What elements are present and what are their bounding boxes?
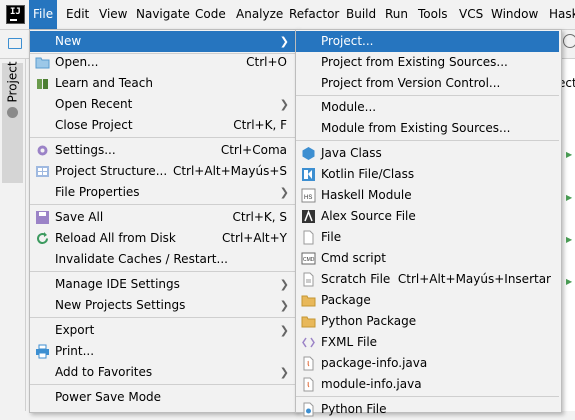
menu-item-settings[interactable]: Settings... Ctrl+Coma	[30, 140, 295, 161]
file-icon	[301, 230, 316, 245]
menu-window[interactable]: Window	[487, 0, 542, 29]
cmd-icon: CMD	[301, 251, 316, 266]
menu-vcs[interactable]: VCS	[455, 0, 487, 29]
gear-icon	[35, 143, 50, 158]
menu-item-manage-ide-settings[interactable]: Manage IDE Settings ❯	[30, 274, 295, 295]
menu-build[interactable]: Build	[342, 0, 380, 29]
chevron-right-icon: ❯	[279, 35, 289, 48]
menu-item-close-project[interactable]: Close Project Ctrl+K, F	[30, 115, 295, 136]
menu-file[interactable]: File	[29, 0, 58, 29]
package-icon	[301, 293, 316, 308]
refresh-icon	[35, 231, 50, 246]
submenu-item-alex-source-file[interactable]: Alex Source File	[296, 206, 559, 227]
menu-view[interactable]: View	[95, 0, 131, 29]
submenu-item-python-package[interactable]: Python Package	[296, 311, 559, 332]
project-tool-tab[interactable]: Project	[2, 61, 23, 183]
menu-item-new-projects-settings[interactable]: New Projects Settings ❯	[30, 295, 295, 316]
submenu-item-project[interactable]: Project...	[296, 31, 559, 52]
add-icon[interactable]	[563, 34, 575, 48]
chevron-right-icon: ❯	[279, 278, 289, 291]
menu-item-open-recent[interactable]: Open Recent ❯	[30, 94, 295, 115]
menu-item-project-structure[interactable]: Project Structure... Ctrl+Alt+Mayús+S	[30, 161, 295, 182]
submenu-item-module[interactable]: Module...	[296, 97, 559, 118]
menu-edit[interactable]: Edit	[62, 0, 93, 29]
submenu-item-project-from-existing-sources[interactable]: Project from Existing Sources...	[296, 52, 559, 73]
menu-item-new[interactable]: New ❯	[30, 31, 295, 52]
open-folder-icon	[35, 55, 50, 70]
submenu-item-module-info[interactable]: module-info.java	[296, 374, 559, 395]
menu-item-learn-and-teach[interactable]: Learn and Teach	[30, 73, 295, 94]
gutter-arrow-icon: ▶	[566, 150, 573, 159]
scratch-file-icon	[301, 272, 316, 287]
save-icon	[35, 210, 50, 225]
menu-item-invalidate-caches[interactable]: Invalidate Caches / Restart...	[30, 249, 295, 270]
java-file-icon	[301, 377, 316, 392]
new-submenu: Project... Project from Existing Sources…	[295, 29, 562, 417]
gutter-arrow-icon: ▶	[566, 235, 573, 244]
menu-item-power-save-mode[interactable]: Power Save Mode	[30, 387, 295, 408]
python-package-icon	[301, 314, 316, 329]
java-class-icon	[301, 146, 316, 161]
chevron-right-icon: ❯	[279, 366, 289, 379]
chevron-right-icon: ❯	[279, 299, 289, 312]
kotlin-icon	[301, 167, 316, 182]
menu-item-open[interactable]: Open... Ctrl+O	[30, 52, 295, 73]
project-structure-icon	[35, 164, 50, 179]
submenu-item-java-class[interactable]: Java Class	[296, 143, 559, 164]
submenu-item-scratch-file[interactable]: Scratch File Ctrl+Alt+Mayús+Insertar	[296, 269, 559, 290]
menu-bar: IJ File Edit View Navigate Code Analyze …	[0, 0, 575, 30]
left-tool-strip: Project	[0, 59, 26, 411]
menu-navigate[interactable]: Navigate	[132, 0, 194, 29]
svg-text:CMD: CMD	[303, 257, 315, 263]
submenu-item-module-from-existing-sources[interactable]: Module from Existing Sources...	[296, 118, 559, 139]
menu-item-save-all[interactable]: Save All Ctrl+K, S	[30, 207, 295, 228]
menu-item-print[interactable]: Print...	[30, 341, 295, 362]
file-menu: New ❯ Open... Ctrl+O Learn and Teach Ope…	[29, 29, 298, 413]
menu-item-file-properties[interactable]: File Properties ❯	[30, 182, 295, 203]
submenu-item-kotlin-file[interactable]: Kotlin File/Class	[296, 164, 559, 185]
submenu-item-haskell-module[interactable]: HS Haskell Module	[296, 185, 559, 206]
menu-run[interactable]: Run	[381, 0, 412, 29]
gutter-arrow-icon: ▶	[566, 277, 573, 286]
chevron-right-icon: ❯	[279, 98, 289, 111]
submenu-item-package[interactable]: Package	[296, 290, 559, 311]
submenu-item-cmd-script[interactable]: CMD Cmd script	[296, 248, 559, 269]
submenu-item-file[interactable]: File	[296, 227, 559, 248]
project-tab-icon	[7, 107, 18, 118]
svg-text:HS: HS	[304, 195, 312, 201]
menu-item-reload-all[interactable]: Reload All from Disk Ctrl+Alt+Y	[30, 228, 295, 249]
submenu-item-python-file[interactable]: Python File	[296, 399, 559, 420]
chevron-right-icon: ❯	[279, 186, 289, 199]
submenu-item-project-from-vcs[interactable]: Project from Version Control...	[296, 73, 559, 94]
haskell-icon: HS	[301, 188, 316, 203]
gutter-arrow-icon: ▶	[566, 193, 573, 202]
book-icon	[35, 76, 50, 91]
menu-tools[interactable]: Tools	[414, 0, 452, 29]
alex-file-icon	[301, 209, 316, 224]
menu-item-add-to-favorites[interactable]: Add to Favorites ❯	[30, 362, 295, 383]
chevron-right-icon: ❯	[279, 324, 289, 337]
menu-analyze[interactable]: Analyze	[232, 0, 287, 29]
submenu-item-fxml-file[interactable]: FXML File	[296, 332, 559, 353]
submenu-item-package-info[interactable]: package-info.java	[296, 353, 559, 374]
menu-code[interactable]: Code	[191, 0, 230, 29]
java-file-icon	[301, 356, 316, 371]
project-tab-label: Project	[5, 61, 20, 103]
intellij-logo-icon: IJ	[6, 5, 25, 24]
printer-icon	[35, 344, 50, 359]
python-file-icon	[301, 402, 316, 417]
folder-icon[interactable]	[8, 38, 22, 49]
menu-refactor[interactable]: Refactor	[285, 0, 343, 29]
menu-item-export[interactable]: Export ❯	[30, 320, 295, 341]
fxml-icon	[301, 335, 316, 350]
menu-haskell[interactable]: Hask	[545, 0, 575, 29]
